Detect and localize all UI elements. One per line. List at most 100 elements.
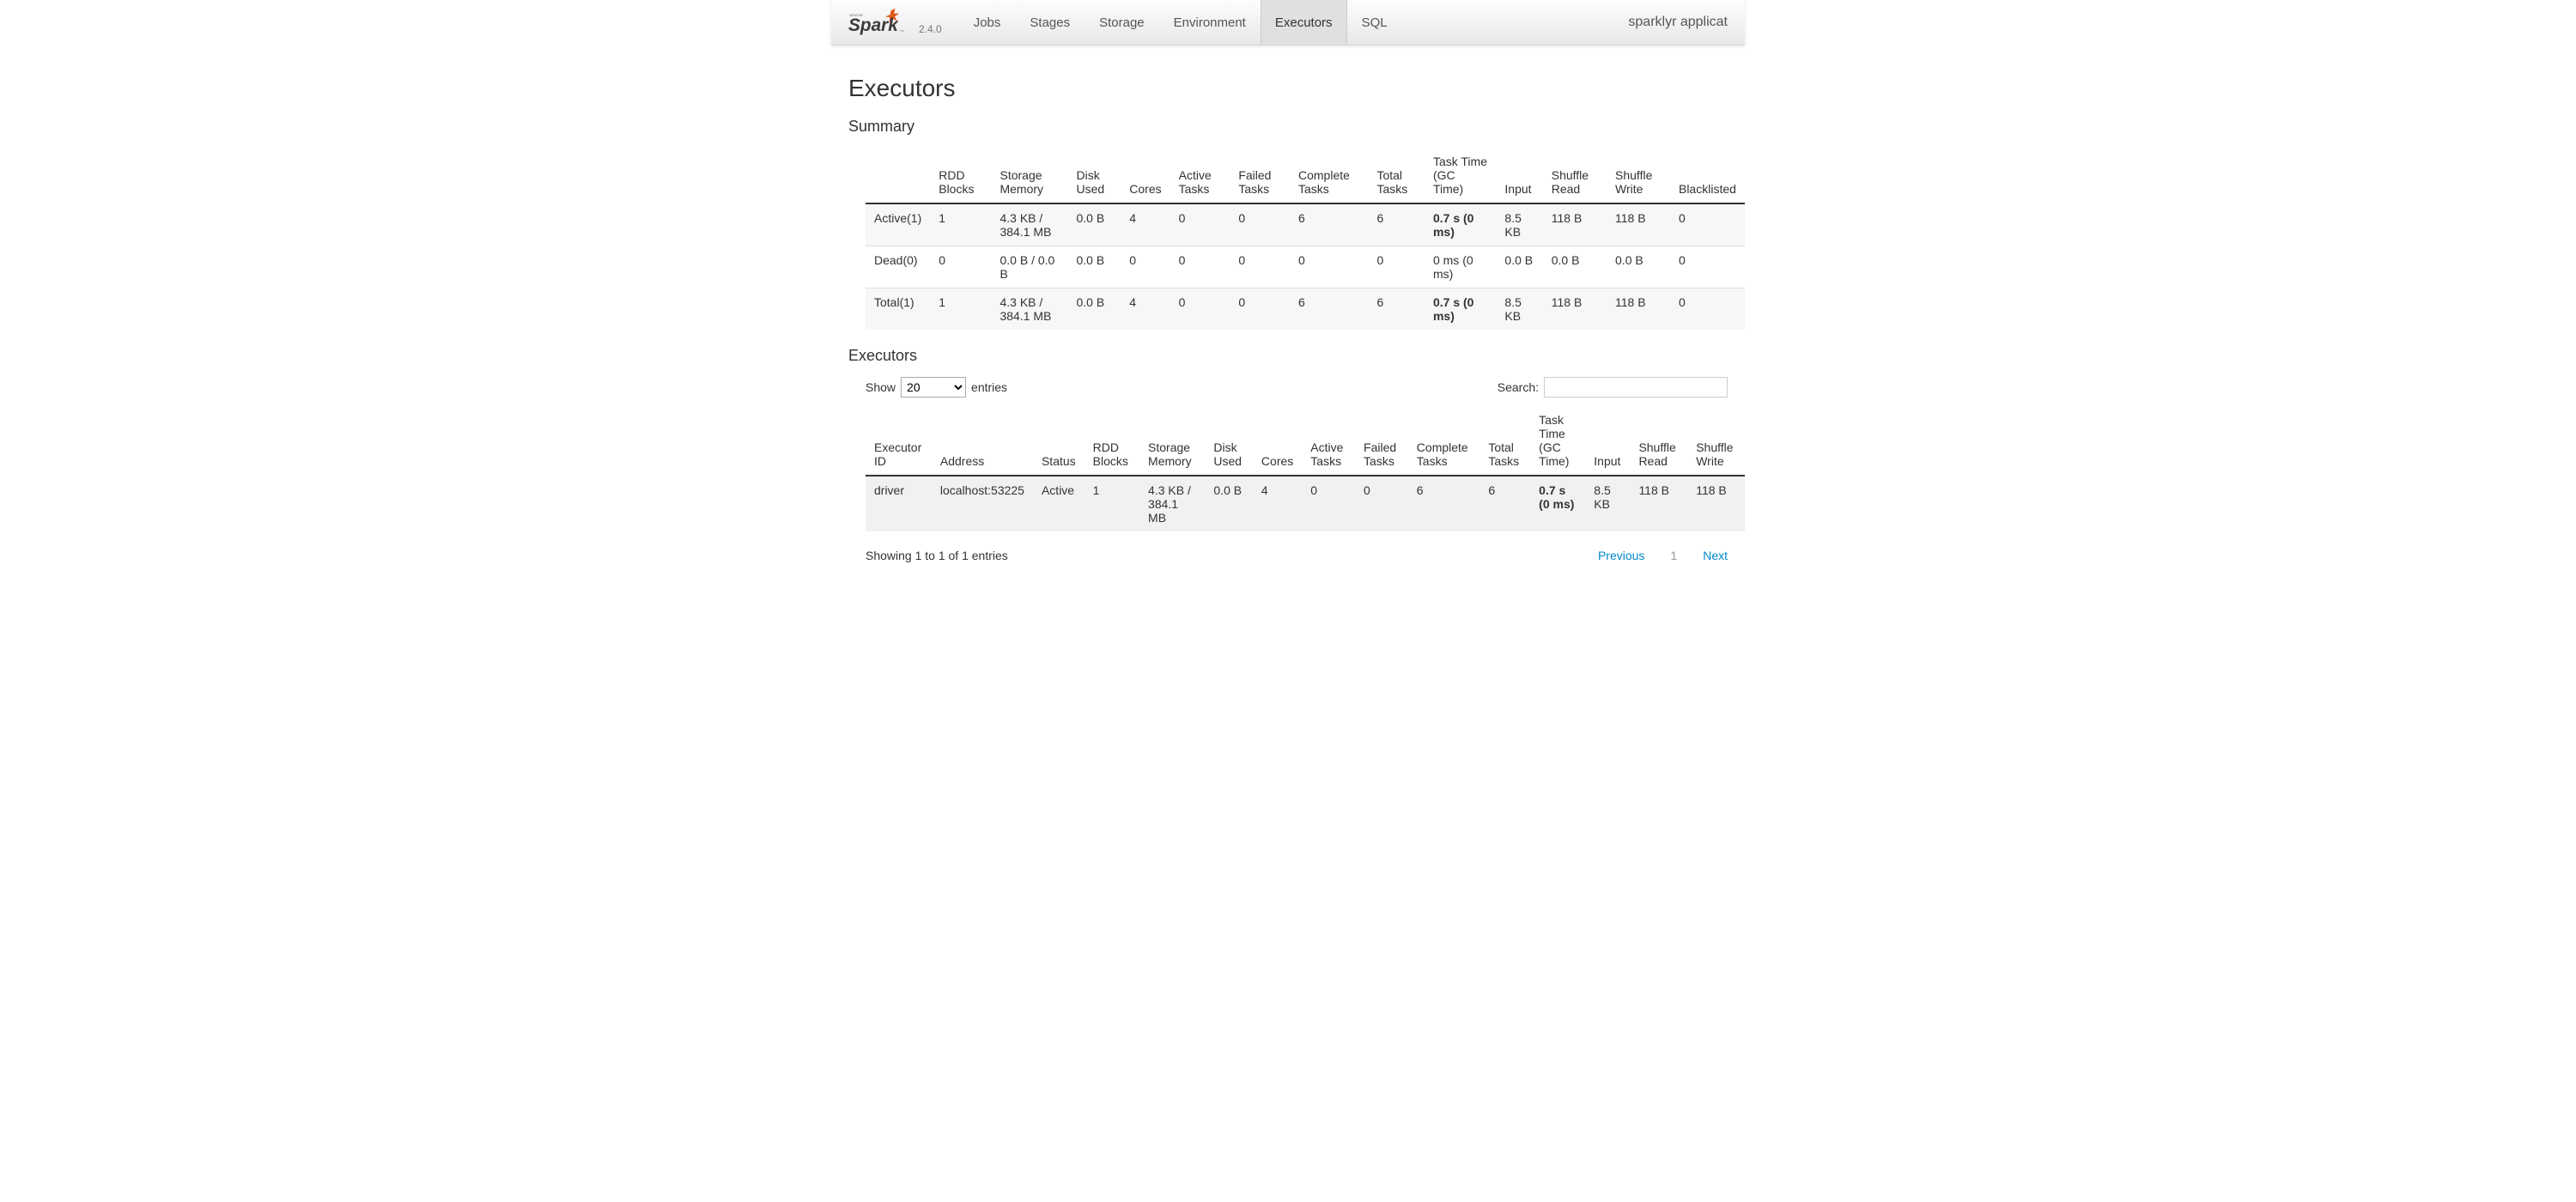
table-info: Showing 1 to 1 of 1 entries [866, 549, 1008, 562]
summary-table: RDD Blocks Storage Memory Disk Used Core… [866, 148, 1745, 330]
cell: 6 [1368, 203, 1425, 246]
cell: Active(1) [866, 203, 930, 246]
pagination: Previous 1 Next [1598, 549, 1728, 562]
exec-col-rdd[interactable]: RDD Blocks [1084, 406, 1139, 476]
summary-col-rdd: RDD Blocks [930, 148, 991, 203]
summary-col-sread: Shuffle Read [1543, 148, 1607, 203]
cell: 4 [1253, 476, 1302, 531]
cell: 0.0 B [1543, 246, 1607, 288]
cell: 0 [1170, 246, 1230, 288]
exec-col-active[interactable]: Active Tasks [1302, 406, 1355, 476]
exec-col-id[interactable]: Executor ID [866, 406, 932, 476]
entries-select[interactable]: 20 [901, 377, 966, 398]
page-title: Executors [848, 75, 1728, 102]
cell: localhost:53225 [932, 476, 1033, 531]
cell: 8.5 KB [1585, 476, 1630, 531]
cell: 0.0 B [1205, 476, 1253, 531]
cell: 0 [1670, 288, 1745, 331]
summary-col-complete: Complete Tasks [1290, 148, 1368, 203]
tab-environment[interactable]: Environment [1159, 0, 1261, 45]
cell: 0 [1230, 246, 1290, 288]
tab-storage[interactable]: Storage [1084, 0, 1159, 45]
summary-col-swrite: Shuffle Write [1607, 148, 1670, 203]
search-box: Search: [1498, 377, 1728, 398]
summary-col-disk: Disk Used [1068, 148, 1121, 203]
cell: 0.0 B [1068, 246, 1121, 288]
summary-row: Total(1)14.3 KB / 384.1 MB0.0 B400660.7 … [866, 288, 1745, 331]
spark-logo[interactable]: APACHE Spark ™ 2.4.0 [848, 6, 942, 39]
cell: Total(1) [866, 288, 930, 331]
executor-row: driverlocalhost:53225Active14.3 KB / 384… [866, 476, 1745, 531]
cell: 0.0 B / 0.0 B [991, 246, 1067, 288]
cell: 4.3 KB / 384.1 MB [1139, 476, 1205, 531]
exec-col-tasktime[interactable]: Task Time (GC Time) [1530, 406, 1585, 476]
cell: 0 [1670, 203, 1745, 246]
cell: 0.7 s (0 ms) [1530, 476, 1585, 531]
summary-col-input: Input [1496, 148, 1542, 203]
exec-col-disk[interactable]: Disk Used [1205, 406, 1253, 476]
exec-col-failed[interactable]: Failed Tasks [1355, 406, 1408, 476]
tab-stages[interactable]: Stages [1015, 0, 1084, 45]
cell: 0 [1230, 288, 1290, 331]
cell: 1 [930, 203, 991, 246]
tab-jobs[interactable]: Jobs [959, 0, 1016, 45]
svg-text:Spark: Spark [848, 15, 899, 35]
cell: 4.3 KB / 384.1 MB [991, 203, 1067, 246]
cell: 0 [1170, 203, 1230, 246]
summary-col-tasktime: Task Time (GC Time) [1425, 148, 1496, 203]
summary-col-black: Blacklisted [1670, 148, 1745, 203]
cell: 0.7 s (0 ms) [1425, 288, 1496, 331]
show-label-post: entries [971, 380, 1007, 394]
app-name[interactable]: sparklyr applicat [1628, 15, 1728, 30]
cell: 1 [1084, 476, 1139, 531]
cell: 6 [1479, 476, 1530, 531]
cell: 118 B [1607, 288, 1670, 331]
cell: 118 B [1687, 476, 1745, 531]
cell: 118 B [1543, 288, 1607, 331]
cell: 0.0 B [1607, 246, 1670, 288]
summary-row: Dead(0)00.0 B / 0.0 B0.0 B000000 ms (0 m… [866, 246, 1745, 288]
cell: 0.0 B [1496, 246, 1542, 288]
cell: 118 B [1607, 203, 1670, 246]
exec-col-total[interactable]: Total Tasks [1479, 406, 1530, 476]
cell: 0.0 B [1068, 288, 1121, 331]
svg-text:™: ™ [900, 29, 904, 34]
summary-col-active: Active Tasks [1170, 148, 1230, 203]
nav-tabs: Jobs Stages Storage Environment Executor… [959, 0, 1402, 45]
spark-version: 2.4.0 [919, 23, 942, 35]
cell: 118 B [1630, 476, 1687, 531]
cell: driver [866, 476, 932, 531]
cell: 0 ms (0 ms) [1425, 246, 1496, 288]
show-entries: Show 20 entries [866, 377, 1007, 398]
cell: 8.5 KB [1496, 203, 1542, 246]
cell: 6 [1368, 288, 1425, 331]
exec-col-input[interactable]: Input [1585, 406, 1630, 476]
exec-col-cores[interactable]: Cores [1253, 406, 1302, 476]
cell: 0 [1121, 246, 1170, 288]
exec-col-swrite[interactable]: Shuffle Write [1687, 406, 1745, 476]
exec-col-status[interactable]: Status [1033, 406, 1084, 476]
cell: Dead(0) [866, 246, 930, 288]
exec-col-mem[interactable]: Storage Memory [1139, 406, 1205, 476]
cell: 6 [1290, 203, 1368, 246]
prev-button[interactable]: Previous [1598, 549, 1644, 562]
tab-sql[interactable]: SQL [1347, 0, 1402, 45]
cell: 0 [1290, 246, 1368, 288]
search-input[interactable] [1544, 377, 1728, 398]
exec-col-sread[interactable]: Shuffle Read [1630, 406, 1687, 476]
show-label-pre: Show [866, 380, 896, 394]
tab-executors[interactable]: Executors [1261, 0, 1347, 45]
cell: 0 [1670, 246, 1745, 288]
cell: 4.3 KB / 384.1 MB [991, 288, 1067, 331]
cell: 6 [1290, 288, 1368, 331]
exec-col-complete[interactable]: Complete Tasks [1408, 406, 1480, 476]
summary-title: Summary [848, 118, 1728, 136]
summary-col-cores: Cores [1121, 148, 1170, 203]
cell: 4 [1121, 203, 1170, 246]
summary-row: Active(1)14.3 KB / 384.1 MB0.0 B400660.7… [866, 203, 1745, 246]
cell: 6 [1408, 476, 1480, 531]
cell: 1 [930, 288, 991, 331]
exec-col-addr[interactable]: Address [932, 406, 1033, 476]
next-button[interactable]: Next [1703, 549, 1728, 562]
cell: 0 [1368, 246, 1425, 288]
